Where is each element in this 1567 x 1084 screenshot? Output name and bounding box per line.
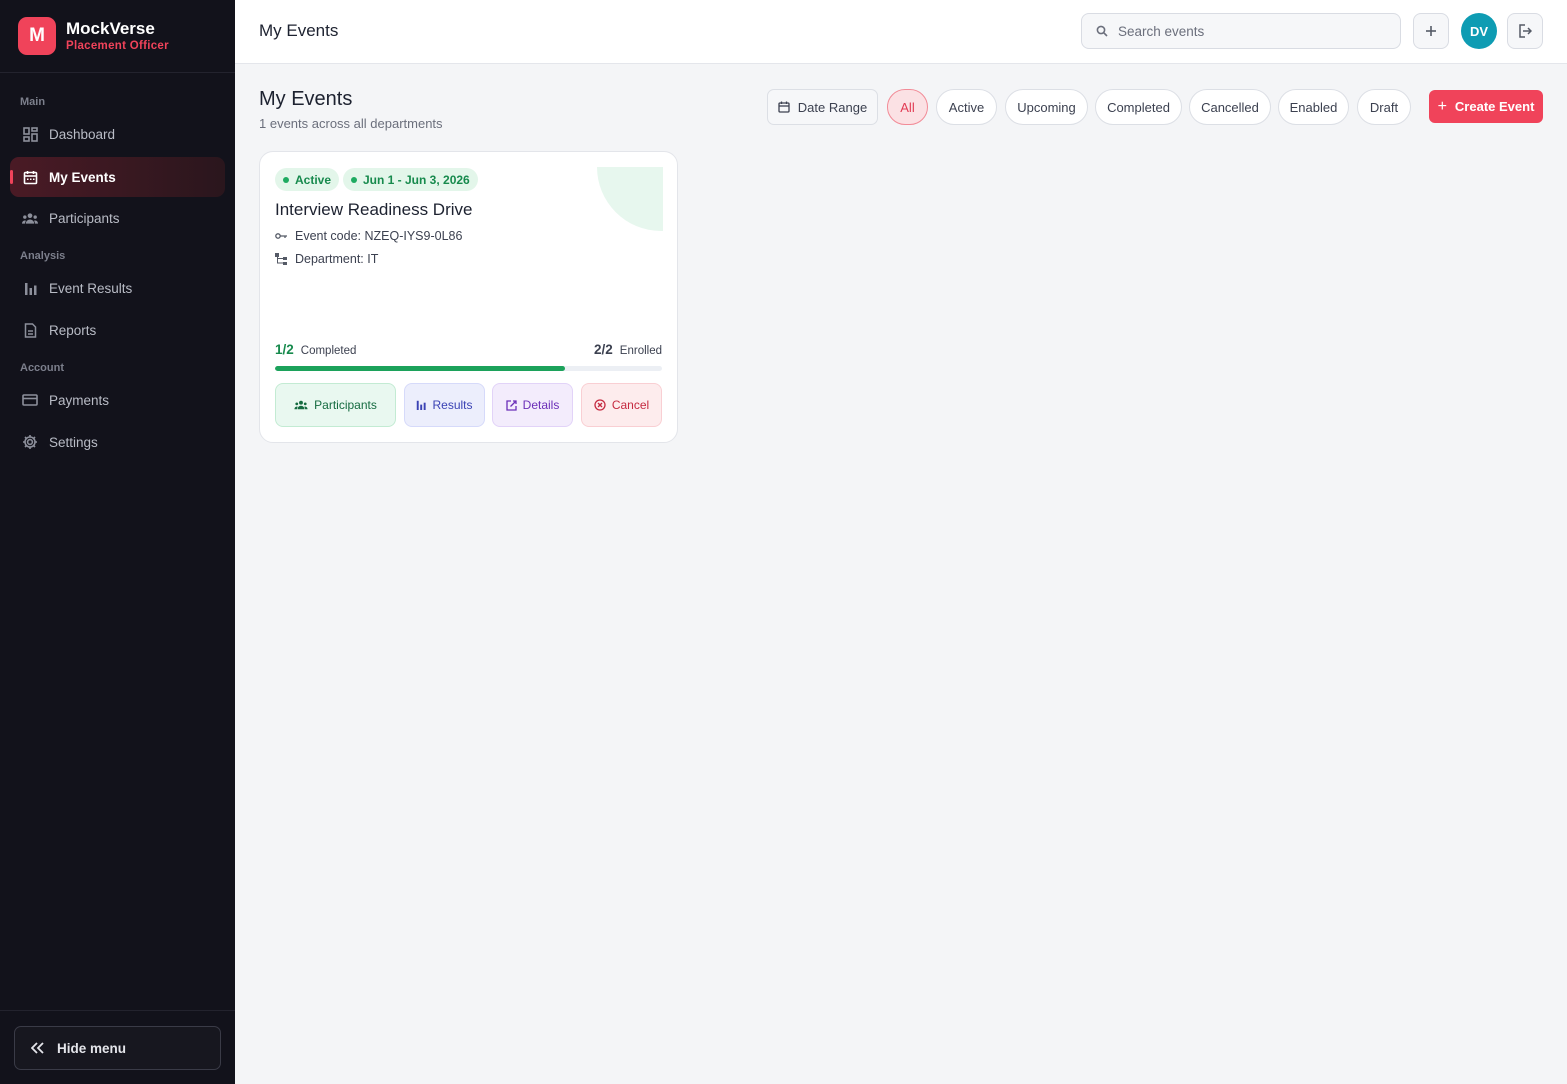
event-code-text: Event code: NZEQ-IYS9-0L86 [295,229,463,243]
progress-fill [275,366,566,371]
people-icon [294,400,308,410]
topbar: My Events DV [235,0,1567,64]
date-badge: Jun 1 - Jun 3, 2026 [343,168,478,191]
document-icon [22,322,38,338]
event-code: Event code: NZEQ-IYS9-0L86 [275,229,462,243]
brand: M MockVerse Placement Officer [0,0,235,73]
page-subtitle: 1 events across all departments [259,116,443,131]
gear-icon [22,434,38,450]
key-icon [275,232,289,240]
chevrons-left-icon [31,1042,44,1054]
logout-button[interactable] [1507,13,1543,49]
sidebar-item-event-results[interactable]: Event Results [10,268,225,308]
completed-value: 1/2 [275,342,294,357]
sidebar: M MockVerse Placement Officer Main Dashb… [0,0,235,1084]
bar-chart-icon [417,400,427,410]
hide-menu-label: Hide menu [57,1040,127,1056]
plus-icon: + [1437,97,1447,115]
event-card: Active Jun 1 - Jun 3, 2026 Interview Rea… [259,151,678,443]
plus-icon [1426,26,1436,36]
details-label: Details [522,398,560,412]
event-department-text: Department: IT [295,252,379,266]
filter-completed[interactable]: Completed [1095,89,1182,125]
sidebar-item-settings[interactable]: Settings [10,422,225,462]
hide-menu-button[interactable]: Hide menu [14,1026,221,1070]
nav-section-account: Account [20,362,64,374]
filter-draft[interactable]: Draft [1357,89,1411,125]
brand-logo: M [18,17,56,55]
filter-enabled[interactable]: Enabled [1278,89,1349,125]
page-title: My Events [259,88,353,110]
filter-upcoming[interactable]: Upcoming [1005,89,1088,125]
search-box [1081,13,1401,49]
event-department: Department: IT [275,252,378,266]
participants-button[interactable]: Participants [275,383,396,427]
sidebar-item-payments[interactable]: Payments [10,380,225,420]
cancel-circle-icon [594,399,606,411]
filter-active[interactable]: Active [936,89,997,125]
sidebar-item-reports[interactable]: Reports [10,310,225,350]
sidebar-footer: Hide menu [0,1010,235,1084]
cancel-label: Cancel [611,398,650,412]
completed-stat: 1/2 Completed [275,342,356,357]
sidebar-item-label: Settings [49,434,98,450]
create-event-button[interactable]: + Create Event [1429,90,1543,123]
enrolled-value: 2/2 [594,342,613,357]
sidebar-item-my-events[interactable]: My Events [10,157,225,197]
filter-all[interactable]: All [887,89,928,125]
cancel-button[interactable]: Cancel [581,383,662,427]
bar-chart-icon [22,280,38,296]
sidebar-item-label: Reports [49,322,97,338]
search-icon [1096,25,1108,37]
avatar[interactable]: DV [1461,13,1497,49]
app-name: MockVerse [66,18,155,38]
card-icon [22,392,38,408]
details-button[interactable]: Details [492,383,573,427]
event-title: Interview Readiness Drive [275,200,473,219]
filter-cancelled[interactable]: Cancelled [1189,89,1271,125]
search-input[interactable] [1118,23,1388,39]
sidebar-item-label: Payments [49,392,110,408]
status-label: Active [295,172,332,187]
completed-label: Completed [300,345,357,357]
user-role: Placement Officer [66,39,169,52]
card-decoration [597,167,663,231]
sidebar-item-dashboard[interactable]: Dashboard [10,114,225,154]
add-button[interactable] [1413,13,1449,49]
people-icon [22,210,38,226]
results-button[interactable]: Results [404,383,485,427]
sidebar-item-label: My Events [49,169,116,185]
dashboard-icon [22,126,38,142]
progress-bar [275,366,662,371]
participants-label: Participants [314,398,377,412]
sidebar-item-label: Event Results [49,280,133,296]
calendar-icon [778,101,790,113]
logout-icon [1519,24,1532,38]
date-range-label: Date Range [797,99,868,115]
calendar-icon [22,169,38,185]
date-dot-icon [351,176,357,183]
status-dot-icon [283,176,289,183]
external-link-icon [506,399,517,411]
nav-section-analysis: Analysis [20,250,66,262]
results-label: Results [432,398,473,412]
sidebar-item-label: Participants [49,210,120,226]
hierarchy-icon [275,253,289,265]
status-badge: Active [275,168,340,191]
date-label: Jun 1 - Jun 3, 2026 [363,172,470,187]
topbar-title: My Events [259,21,339,40]
create-event-label: Create Event [1454,99,1535,114]
sidebar-item-label: Dashboard [49,126,116,142]
date-range-button[interactable]: Date Range [767,89,878,125]
sidebar-item-participants[interactable]: Participants [10,198,225,238]
nav-section-main: Main [20,96,46,108]
enrolled-label: Enrolled [619,345,662,357]
enrolled-stat: 2/2 Enrolled [594,342,662,357]
